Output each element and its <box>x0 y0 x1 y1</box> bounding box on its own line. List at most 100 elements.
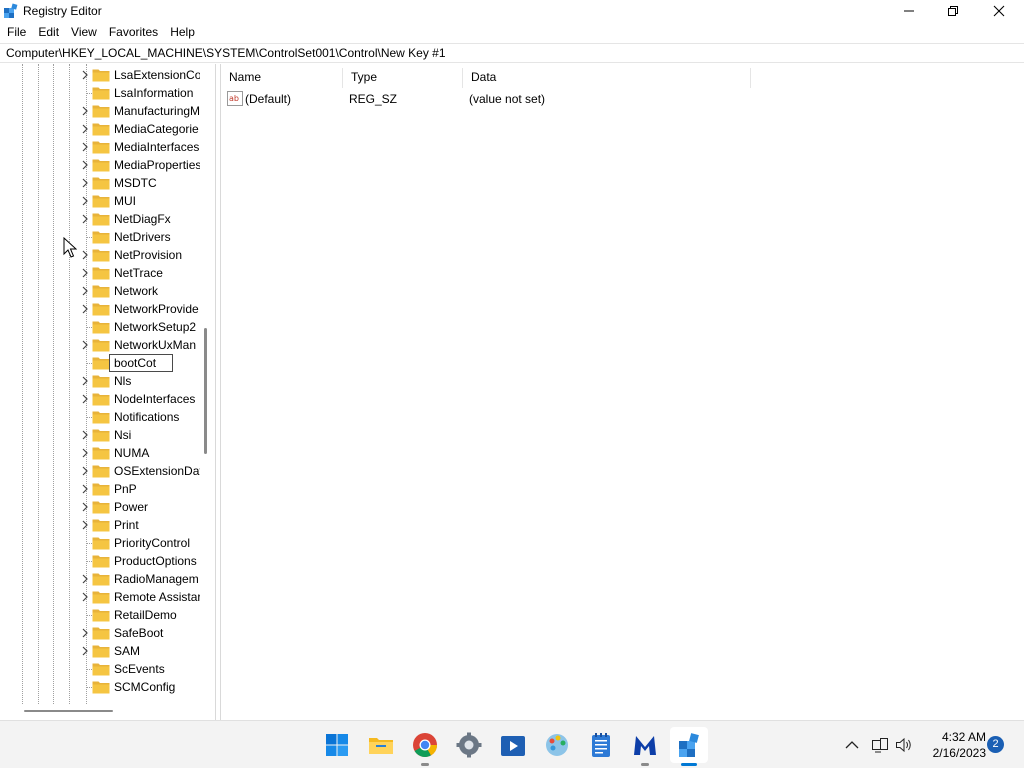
tree-horizontal-scroll-thumb[interactable] <box>24 710 113 712</box>
rename-key-input[interactable]: bootCot <box>109 354 173 372</box>
folder-icon <box>92 105 110 118</box>
chevron-right-icon[interactable] <box>79 483 91 495</box>
chevron-right-icon[interactable] <box>79 195 91 207</box>
chevron-right-icon[interactable] <box>79 447 91 459</box>
tree-item[interactable]: NetworkSetup2 <box>0 318 200 336</box>
menu-help[interactable]: Help <box>164 22 201 42</box>
tree-item[interactable]: NetTrace <box>0 264 200 282</box>
chevron-right-icon[interactable] <box>79 177 91 189</box>
tree-item[interactable]: RadioManagem <box>0 570 200 588</box>
chevron-right-icon[interactable] <box>79 159 91 171</box>
chrome-button[interactable] <box>409 729 441 761</box>
tree-item[interactable]: MediaInterfaces <box>0 138 200 156</box>
chevron-right-icon[interactable] <box>79 591 91 603</box>
tree-item[interactable]: Network <box>0 282 200 300</box>
volume-tray-button[interactable] <box>894 735 914 755</box>
tree-item[interactable]: PnP <box>0 480 200 498</box>
close-button[interactable] <box>976 0 1022 22</box>
tree-item[interactable]: MSDTC <box>0 174 200 192</box>
tree-item[interactable]: NodeInterfaces <box>0 390 200 408</box>
notepad-icon <box>592 733 610 757</box>
folder-icon <box>92 627 110 640</box>
chevron-right-icon[interactable] <box>79 141 91 153</box>
menu-view[interactable]: View <box>65 22 103 42</box>
tree-item[interactable]: OSExtensionDat <box>0 462 200 480</box>
tree-item[interactable]: Power <box>0 498 200 516</box>
file-explorer-button[interactable] <box>365 729 397 761</box>
tree-item[interactable]: Nsi <box>0 426 200 444</box>
restore-button[interactable] <box>930 0 976 22</box>
start-button[interactable] <box>321 729 353 761</box>
tree-item-label: ScEvents <box>114 662 165 676</box>
clock[interactable]: 4:32 AM 2/16/2023 <box>922 729 986 761</box>
tree-item[interactable]: NUMA <box>0 444 200 462</box>
column-header-type[interactable]: Type <box>343 68 463 88</box>
tree-vertical-scrollbar[interactable] <box>200 64 214 704</box>
settings-button[interactable] <box>453 729 485 761</box>
tree-vertical-scroll-thumb[interactable] <box>204 328 207 454</box>
minimize-button[interactable] <box>886 0 932 22</box>
tree-item[interactable]: NetworkUxMan <box>0 336 200 354</box>
chevron-right-icon[interactable] <box>79 429 91 441</box>
chevron-right-icon[interactable] <box>79 465 91 477</box>
tree-horizontal-scrollbar[interactable] <box>0 704 214 718</box>
paint-button[interactable] <box>541 729 573 761</box>
chevron-right-icon[interactable] <box>79 267 91 279</box>
registry-editor-taskbar-button[interactable] <box>673 729 705 761</box>
tree-item[interactable]: LsaExtensionCo <box>0 66 200 84</box>
tree-item[interactable]: ProductOptions <box>0 552 200 570</box>
tree-item[interactable]: SCMConfig <box>0 678 200 696</box>
tree-item[interactable]: LsaInformation <box>0 84 200 102</box>
tree-item[interactable]: RetailDemo <box>0 606 200 624</box>
chevron-right-icon[interactable] <box>79 645 91 657</box>
tree-item-label: NetDiagFx <box>114 212 171 226</box>
tree-item[interactable]: MediaCategorie <box>0 120 200 138</box>
notification-badge[interactable]: 2 <box>987 736 1004 753</box>
chevron-right-icon[interactable] <box>79 501 91 513</box>
chevron-right-icon[interactable] <box>79 627 91 639</box>
tree-item[interactable]: Notifications <box>0 408 200 426</box>
address-bar[interactable]: Computer\HKEY_LOCAL_MACHINE\SYSTEM\Contr… <box>0 43 1024 63</box>
menu-file[interactable]: File <box>0 22 32 42</box>
chevron-right-icon[interactable] <box>79 393 91 405</box>
tree-item[interactable]: NetDiagFx <box>0 210 200 228</box>
tree-item[interactable]: SafeBoot <box>0 624 200 642</box>
network-tray-button[interactable] <box>870 735 890 755</box>
tree-item[interactable]: ScEvents <box>0 660 200 678</box>
media-player-button[interactable] <box>497 729 529 761</box>
chevron-right-icon[interactable] <box>79 519 91 531</box>
tree-item[interactable]: NetworkProvide <box>0 300 200 318</box>
gear-icon <box>456 732 482 758</box>
column-header-name[interactable]: Name <box>221 68 343 88</box>
chevron-right-icon[interactable] <box>79 105 91 117</box>
chevron-right-icon[interactable] <box>79 339 91 351</box>
tree-item[interactable]: ManufacturingM <box>0 102 200 120</box>
chevron-right-icon[interactable] <box>79 303 91 315</box>
tree-item-rename[interactable]: bootCot <box>0 354 200 372</box>
chevron-right-icon[interactable] <box>79 285 91 297</box>
value-row[interactable]: ab (Default) REG_SZ (value not set) <box>221 90 921 108</box>
chevron-right-icon[interactable] <box>79 375 91 387</box>
malwarebytes-button[interactable] <box>629 729 661 761</box>
menu-favorites[interactable]: Favorites <box>103 22 164 42</box>
tree-item[interactable]: PriorityControl <box>0 534 200 552</box>
chevron-right-icon[interactable] <box>79 123 91 135</box>
minimize-icon <box>904 10 914 12</box>
chevron-right-icon[interactable] <box>79 69 91 81</box>
chevron-right-icon[interactable] <box>79 213 91 225</box>
tree-item[interactable]: NetDrivers <box>0 228 200 246</box>
tree-item[interactable]: MediaProperties <box>0 156 200 174</box>
tree-item[interactable]: Print <box>0 516 200 534</box>
chevron-right-icon[interactable] <box>79 249 91 261</box>
menu-edit[interactable]: Edit <box>32 22 65 42</box>
tree-item[interactable]: Remote Assistar <box>0 588 200 606</box>
chevron-right-icon[interactable] <box>79 573 91 585</box>
column-header-data[interactable]: Data <box>463 68 751 88</box>
show-hidden-icons-button[interactable] <box>842 735 862 755</box>
tree-item[interactable]: Nls <box>0 372 200 390</box>
tree-item[interactable]: NetProvision <box>0 246 200 264</box>
notepad-button[interactable] <box>585 729 617 761</box>
tree-item[interactable]: SAM <box>0 642 200 660</box>
play-icon <box>501 736 525 756</box>
tree-item[interactable]: MUI <box>0 192 200 210</box>
